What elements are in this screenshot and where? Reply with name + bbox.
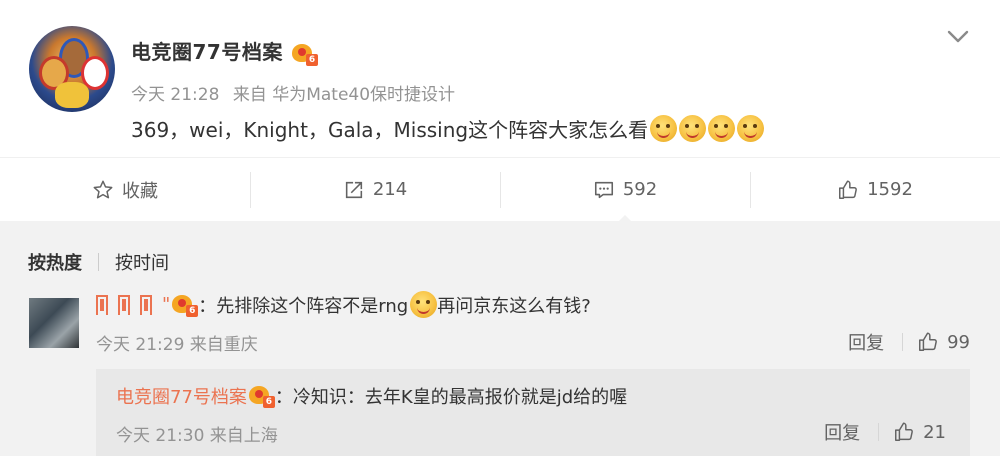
divider [902, 333, 904, 351]
thumbs-up-icon [839, 180, 857, 199]
reply-username[interactable]: 电竞圈77号档案 [116, 383, 247, 409]
comment-button[interactable]: 592 [500, 158, 750, 222]
drool-emoji-icon [708, 115, 736, 142]
comment-icon [594, 181, 613, 198]
favorite-label: 收藏 [122, 180, 158, 202]
post-source: 来自 华为Mate40保时捷设计 [232, 85, 456, 105]
member-badge-icon[interactable]: 6 [170, 293, 199, 317]
comment-text-line: " 6 ：先排除这个阵容不是rng 再问京东这么有钱? [96, 291, 591, 318]
comment-text-continued: 再问京东这么有钱? [437, 295, 591, 317]
reply-button[interactable]: 回复 [824, 419, 860, 445]
commenter-username[interactable]: " [96, 294, 170, 315]
comment-text: ：先排除这个阵容不是rng [198, 295, 409, 317]
chevron-down-icon[interactable] [946, 28, 970, 46]
repost-count: 214 [372, 179, 408, 200]
comment-meta: 今天 21:29 来自重庆 [96, 335, 258, 355]
thumbs-up-icon[interactable] [917, 331, 939, 353]
reply-button[interactable]: 回复 [848, 329, 884, 355]
like-button[interactable]: 1592 [750, 158, 1000, 221]
star-icon [93, 180, 113, 198]
divider [878, 423, 880, 441]
reply-meta: 今天 21:30 来自上海 [116, 426, 278, 446]
favorite-button[interactable]: 收藏 [0, 158, 250, 221]
badge-level: 6 [262, 396, 275, 408]
sort-by-hot-tab[interactable]: 按热度 [28, 249, 82, 275]
post-username[interactable]: 电竞圈77号档案 6 [131, 36, 319, 66]
weibo-post: 电竞圈77号档案 6 今天 21:28 来自 华为Mate40保时捷设计 369… [0, 0, 1000, 157]
username-glyph-icon [96, 294, 108, 315]
reply-like-count: 21 [923, 421, 946, 443]
post-text: 369，wei，Knight，Gala，Missing这个阵容大家怎么看 [131, 118, 649, 142]
post-content: 369，wei，Knight，Gala，Missing这个阵容大家怎么看 [131, 114, 765, 143]
like-count: 1592 [867, 179, 913, 200]
repost-button[interactable]: 214 [250, 158, 500, 221]
badge-level: 6 [306, 53, 319, 66]
reply-thread: 电竞圈77号档案 6 ：冷知识：去年K皇的最高报价就是jd给的喔 今天 21:3… [96, 369, 970, 456]
sort-by-time-tab[interactable]: 按时间 [115, 249, 169, 275]
drool-emoji-icon [679, 115, 707, 142]
post-actions-bar: 收藏 214 592 1592 [0, 157, 1000, 222]
username-glyph-icon [118, 294, 130, 315]
username-glyph-icon [140, 294, 152, 315]
reply-actions: 回复 21 [824, 419, 946, 445]
divider [98, 253, 99, 271]
avatar[interactable] [29, 26, 115, 112]
member-badge-icon[interactable]: 6 [247, 384, 275, 408]
post-meta: 今天 21:28 来自 华为Mate40保时捷设计 [131, 80, 455, 105]
comments-section: 按热度 按时间 " 6 ：先排除这个阵容不是rng 再问京东这么有钱? 今天 2… [0, 221, 1000, 456]
post-time[interactable]: 今天 21:28 [131, 85, 219, 105]
smile-emoji-icon [737, 115, 765, 142]
comment-actions: 回复 99 [848, 329, 970, 355]
thumbs-up-icon[interactable] [893, 421, 915, 443]
share-icon [345, 181, 362, 198]
username-suffix: " [162, 294, 171, 315]
post-username-text[interactable]: 电竞圈77号档案 [131, 40, 283, 64]
comment-sort-tabs: 按热度 按时间 [28, 249, 169, 275]
thinking-emoji-icon [410, 291, 438, 318]
comment-count: 592 [622, 179, 658, 200]
avatar-pup [55, 82, 89, 108]
commenter-avatar[interactable] [29, 298, 79, 348]
member-badge-icon[interactable]: 6 [290, 42, 319, 66]
reply-text: ：冷知识：去年K皇的最高报价就是jd给的喔 [274, 387, 628, 408]
comment-like-count: 99 [947, 331, 970, 353]
badge-level: 6 [186, 304, 199, 317]
reply-text-line: 电竞圈77号档案 6 ：冷知识：去年K皇的最高报价就是jd给的喔 [116, 383, 627, 409]
drool-emoji-icon [650, 115, 678, 142]
